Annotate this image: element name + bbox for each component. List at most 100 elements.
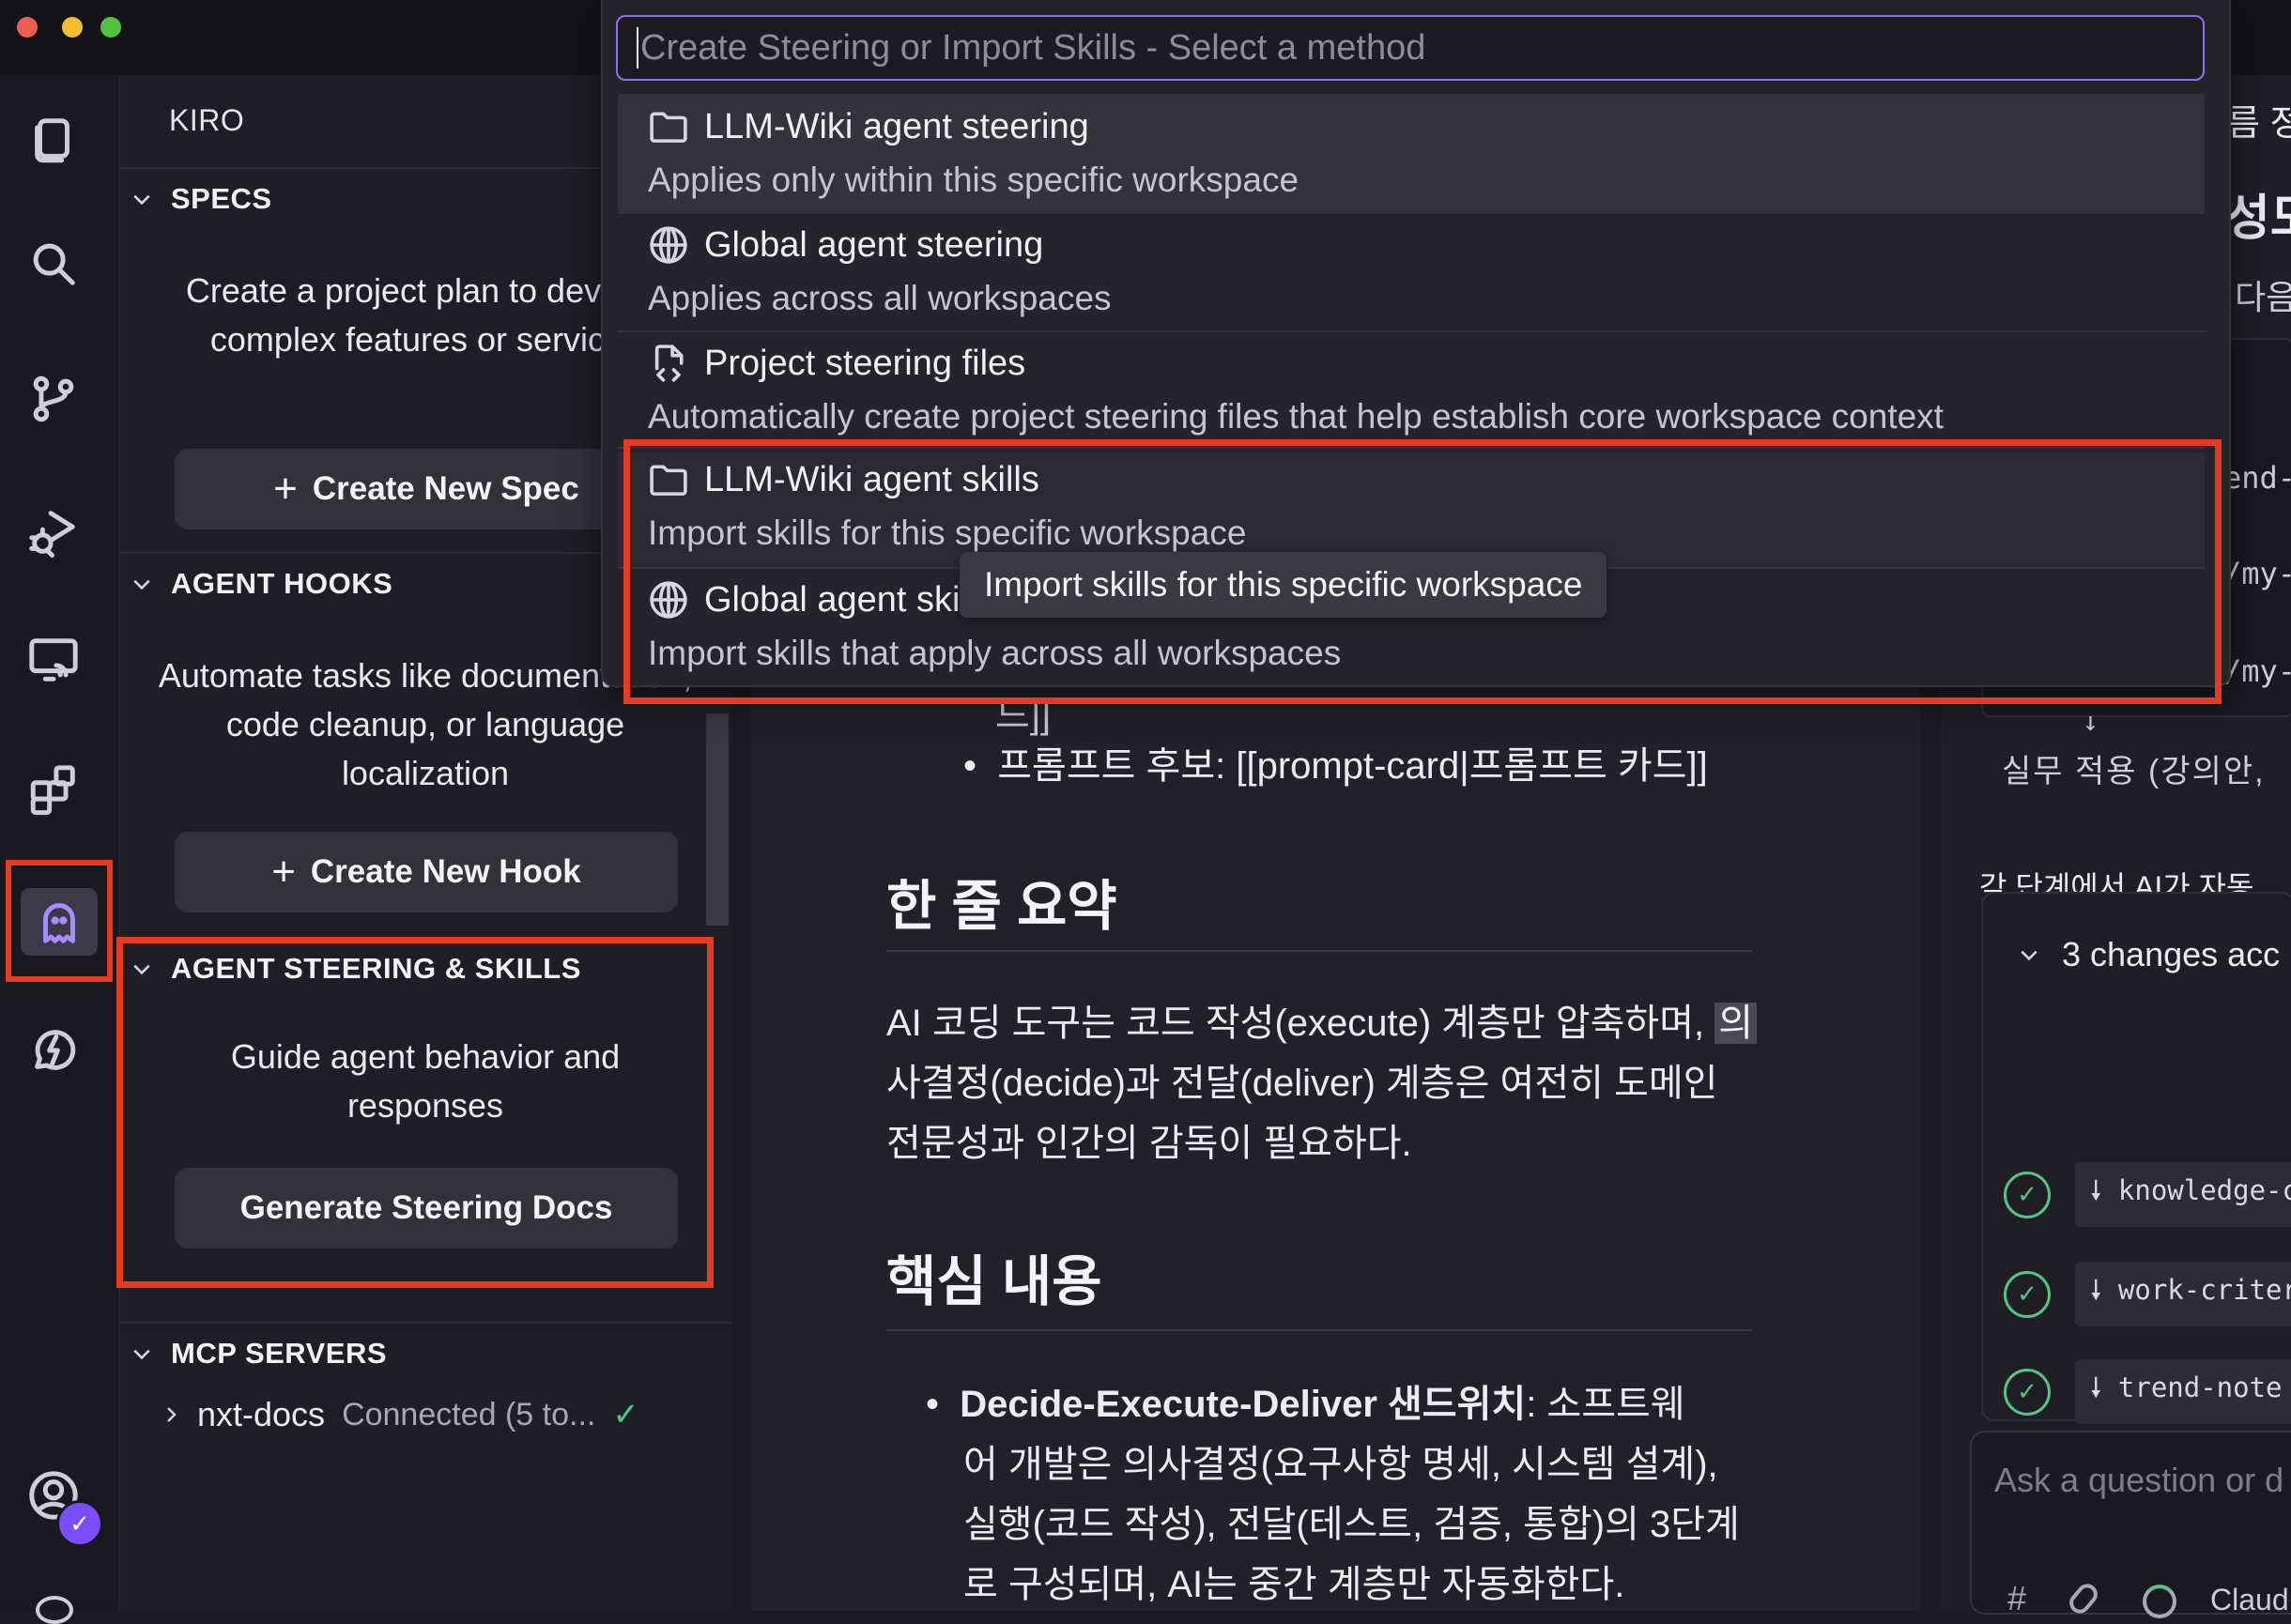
connected-check-icon: ✓ [612, 1397, 639, 1432]
quick-pick-item-title: LLM-Wiki agent steering [704, 106, 1089, 146]
create-new-hook-button[interactable]: + Create New Hook [175, 832, 678, 912]
file-code-icon [654, 345, 684, 382]
agent-hooks-section-header[interactable]: AGENT HOOKS [131, 567, 392, 601]
model-selector[interactable]: Claud [2210, 1583, 2289, 1617]
plus-icon: + [273, 466, 298, 512]
activity-bar [0, 75, 120, 1611]
code-line: /my- [2223, 653, 2291, 689]
core-bullet-line-2: 어 개발은 의사결정(요구사항 명세, 시스템 설계), [963, 1444, 1718, 1485]
globe-icon [650, 226, 687, 264]
generate-steering-docs-label: Generate Steering Docs [239, 1189, 613, 1226]
quick-pick-item-description: Automatically create project steering fi… [648, 397, 1944, 436]
quick-pick-input[interactable]: Create Steering or Import Skills - Selec… [616, 15, 2205, 81]
search-icon[interactable] [23, 233, 85, 295]
window-close-button[interactable] [17, 17, 38, 38]
file-chip[interactable]: 🠗 work-criter [2075, 1262, 2291, 1326]
account-verified-badge: ✓ [56, 1500, 103, 1547]
file-name: knowledge-c [2117, 1174, 2291, 1206]
spark-chat-icon[interactable] [23, 1019, 85, 1081]
specs-header-label: SPECS [171, 182, 272, 215]
quick-pick-item-description: Applies across all workspaces [648, 279, 1112, 317]
run-debug-icon[interactable] [23, 501, 85, 563]
prompt-bullet-text: 프롬프트 후보: [[prompt-card|프롬프트 카드]] [997, 745, 1708, 787]
create-new-spec-label: Create New Spec [312, 470, 579, 507]
code-line: /my- [2223, 556, 2291, 591]
down-arrow: ↓ [2083, 706, 2099, 737]
quick-pick-item[interactable]: Project steering files Automatically cre… [618, 336, 2205, 451]
file-name: trend-note [2117, 1371, 2283, 1403]
chevron-down-icon [133, 579, 150, 590]
mcp-server-name: nxt-docs [197, 1395, 326, 1433]
quick-pick-item-description: Applies only within this specific worksp… [648, 161, 1299, 199]
mcp-server-row[interactable]: nxt-docs Connected (5 to... ✓ [161, 1395, 639, 1434]
changed-file-row[interactable]: ✓ 🠗 work-criter [2004, 1262, 2291, 1326]
chevron-down-icon [2021, 950, 2037, 961]
quick-pick-item[interactable]: LLM-Wiki agent steering Applies only wit… [618, 94, 2205, 212]
side-panel-scrollbar[interactable] [706, 713, 729, 926]
agent-hooks-header-label: AGENT HOOKS [171, 567, 393, 600]
generate-steering-docs-button[interactable]: Generate Steering Docs [175, 1168, 678, 1249]
agent-steering-header-label: AGENT STEERING & SKILLS [171, 952, 581, 985]
explorer-icon[interactable] [23, 109, 85, 171]
quick-pick-placeholder: Create Steering or Import Skills - Selec… [640, 27, 1426, 68]
chevron-right-icon [167, 1407, 177, 1422]
window-zoom-button[interactable] [100, 17, 121, 38]
core-bullet-line-3: 실행(코드 작성), 전달(테스트, 검증, 통합)의 3단계 [963, 1504, 1740, 1545]
summary-heading: 한 줄 요약 [886, 876, 1117, 937]
status-spinner-icon [2143, 1585, 2176, 1618]
chat-text-fragment: 다음 [2235, 278, 2291, 316]
file-chip[interactable]: 🠗 knowledge-c [2075, 1162, 2291, 1227]
quick-pick-item-title: Project steering files [704, 343, 1026, 383]
file-chip[interactable]: 🠗 trend-note [2075, 1359, 2291, 1424]
core-bullet-line-1: : 소프트웨 [1526, 1384, 1685, 1425]
summary-line-2: 사결정(decide)과 전달(deliver) 계층은 여전히 도메인 [886, 1063, 1718, 1104]
summary-paragraph: AI 코딩 도구는 코드 작성(execute) 계층만 압축하며, 의 사결정… [886, 993, 1788, 1173]
separator [618, 330, 2205, 332]
kiro-ghost-icon[interactable] [21, 888, 98, 956]
core-bullet-line-4: 로 구성되며, AI는 중간 계층만 자동화한다. [963, 1564, 1625, 1605]
extensions-icon[interactable] [23, 758, 85, 820]
folder-icon [650, 112, 687, 143]
summary-line-3: 전문성과 인간의 감독이 필요하다. [886, 1123, 1412, 1164]
settings-gear-icon[interactable] [36, 1596, 73, 1624]
context-hash-icon[interactable]: # [2007, 1579, 2026, 1618]
window-minimize-button[interactable] [62, 17, 83, 38]
plus-icon: + [271, 849, 296, 895]
hover-tooltip: Import skills for this specific workspac… [960, 552, 1607, 618]
chevron-down-icon [133, 964, 150, 975]
quick-pick-item[interactable]: Global agent steering Applies across all… [618, 218, 2205, 332]
check-circle-icon: ✓ [2004, 1368, 2051, 1416]
agent-steering-description: Guide agent behavior and responses [230, 1037, 621, 1125]
mcp-servers-header-label: MCP SERVERS [171, 1337, 388, 1370]
mcp-server-status: Connected (5 to... [342, 1396, 596, 1432]
create-new-hook-label: Create New Hook [310, 853, 581, 890]
changes-toggle[interactable]: 3 changes acc [2019, 935, 2280, 974]
text-selection: 의 [1714, 1003, 1758, 1044]
core-bullet: • Decide-Execute-Deliver 샌드위치: 소프트웨 어 개발… [926, 1374, 1771, 1615]
file-name: work-criter [2117, 1274, 2291, 1306]
changed-file-row[interactable]: ✓ 🠗 knowledge-c [2004, 1162, 2291, 1227]
code-line: 실무 적용 (강의안, [2002, 754, 2266, 789]
heading-rule [886, 950, 1752, 952]
mcp-servers-section-header[interactable]: MCP SERVERS [131, 1337, 387, 1371]
prompt-bullet: • 프롬프트 후보: [[prompt-card|프롬프트 카드]] [963, 736, 1708, 796]
core-bullet-bold: Decide-Execute-Deliver 샌드위치 [960, 1384, 1527, 1425]
chat-input-placeholder: Ask a question or d [1994, 1461, 2284, 1499]
summary-line-1: AI 코딩 도구는 코드 작성(execute) 계층만 압축하며, [886, 1003, 1705, 1044]
specs-section-header[interactable]: SPECS [131, 182, 272, 216]
quick-pick-item-title: Global agent steering [704, 224, 1044, 265]
heading-rule [886, 1329, 1752, 1331]
remote-explorer-icon[interactable] [23, 629, 85, 691]
chat-heading-fragment: 성도 [2225, 192, 2291, 246]
bullet-dot: • [926, 1384, 961, 1425]
changed-file-row[interactable]: ✓ 🠗 trend-note [2004, 1359, 2291, 1424]
agent-steering-section-header[interactable]: AGENT STEERING & SKILLS [131, 952, 581, 986]
chat-fragment: 름 정 [2227, 104, 2291, 144]
chevron-down-icon [133, 1349, 150, 1360]
check-circle-icon: ✓ [2004, 1171, 2051, 1218]
bullet-dot: • [963, 745, 998, 787]
source-control-icon[interactable] [23, 368, 85, 430]
changes-label: 3 changes acc [2062, 935, 2281, 973]
chevron-down-icon [133, 194, 150, 206]
separator [618, 212, 2205, 214]
